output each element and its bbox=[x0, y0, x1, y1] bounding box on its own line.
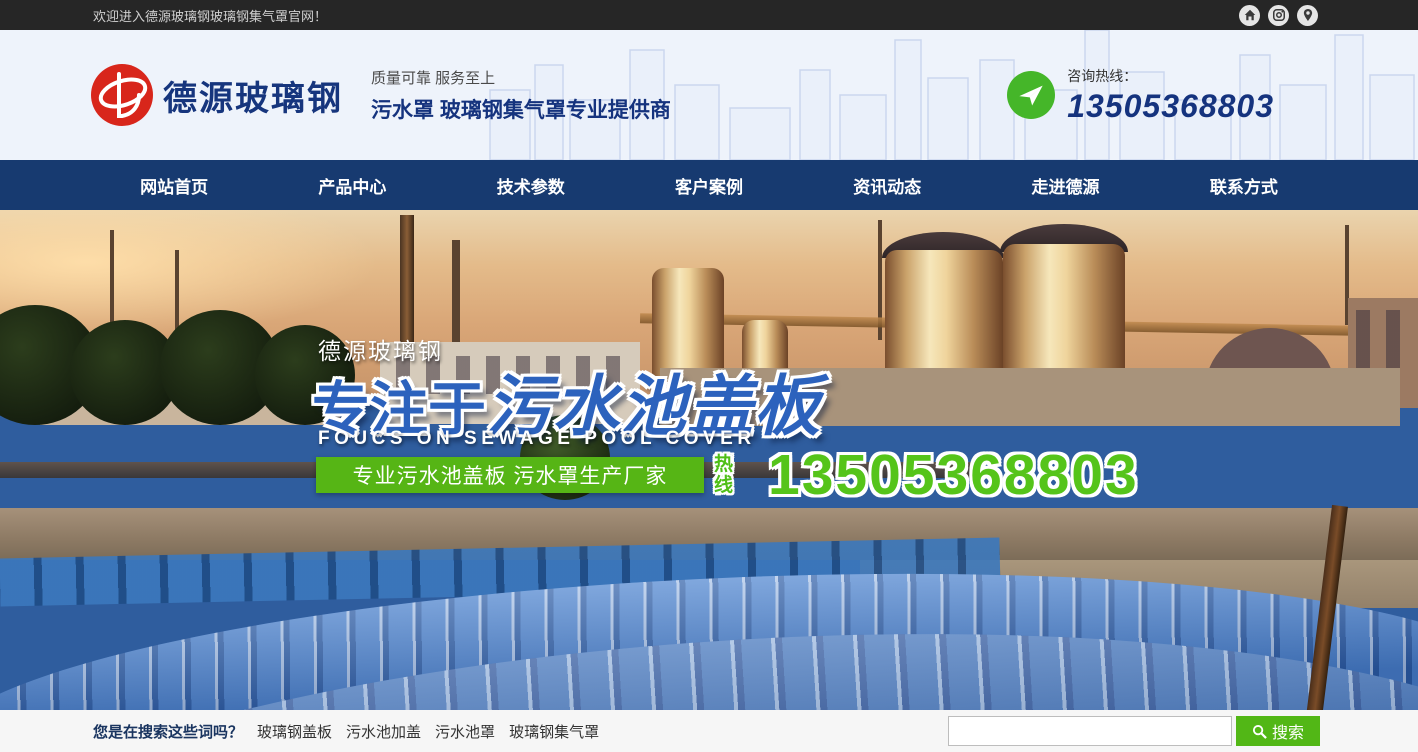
logo-text: 德源玻璃钢 bbox=[163, 71, 343, 120]
hero-green-banner: 专业污水池盖板 污水罩生产厂家 bbox=[316, 457, 704, 493]
hotline-number: 13505368803 bbox=[1067, 88, 1274, 125]
home-icon[interactable] bbox=[1239, 5, 1260, 26]
magnifier-icon bbox=[1252, 724, 1267, 739]
keyword-link-3[interactable]: 污水池罩 bbox=[435, 721, 495, 742]
search-input[interactable] bbox=[948, 716, 1232, 746]
site-header: 德源玻璃钢 质量可靠 服务至上 污水罩 玻璃钢集气罩专业提供商 咨询热线： 13… bbox=[0, 30, 1418, 160]
search-button-label: 搜索 bbox=[1272, 719, 1304, 743]
hero-sales-number: 13505368803 bbox=[768, 442, 1139, 508]
nav-item-home[interactable]: 网站首页 bbox=[85, 160, 263, 210]
hero-banner: 德源玻璃钢 专注于污水池盖板 FOUCS ON SEWAGE POOL COVE… bbox=[0, 210, 1418, 710]
hotline-label: 咨询热线： bbox=[1067, 66, 1274, 86]
search-prompt: 您是在搜索这些词吗？ bbox=[93, 721, 243, 742]
slogan-small: 质量可靠 服务至上 bbox=[371, 67, 671, 88]
nav-item-specs[interactable]: 技术参数 bbox=[442, 160, 620, 210]
search-form: 搜索 bbox=[948, 716, 1320, 746]
hero-subtitle-en: FOUCS ON SEWAGE POOL COVER bbox=[318, 428, 756, 450]
header-hotline: 咨询热线： 13505368803 bbox=[1007, 66, 1329, 125]
location-icon[interactable] bbox=[1297, 5, 1318, 26]
slogan-big: 污水罩 玻璃钢集气罩专业提供商 bbox=[371, 94, 671, 124]
nav-item-news[interactable]: 资讯动态 bbox=[798, 160, 976, 210]
welcome-text: 欢迎进入德源玻璃钢玻璃钢集气罩官网！ bbox=[93, 6, 327, 25]
header-slogan: 质量可靠 服务至上 污水罩 玻璃钢集气罩专业提供商 bbox=[371, 67, 671, 124]
search-button[interactable]: 搜索 bbox=[1236, 716, 1320, 746]
topbar: 欢迎进入德源玻璃钢玻璃钢集气罩官网！ bbox=[0, 0, 1418, 30]
nav-item-cases[interactable]: 客户案例 bbox=[620, 160, 798, 210]
hot-keywords: 玻璃钢盖板 污水池加盖 污水池罩 玻璃钢集气罩 bbox=[257, 721, 599, 742]
main-nav: 网站首页 产品中心 技术参数 客户案例 资讯动态 走进德源 联系方式 bbox=[0, 160, 1418, 210]
nav-item-products[interactable]: 产品中心 bbox=[263, 160, 441, 210]
hero-sales-label-line2: 热线 bbox=[714, 454, 735, 496]
nav-item-about[interactable]: 走进德源 bbox=[976, 160, 1154, 210]
keyword-link-2[interactable]: 污水池加盖 bbox=[346, 721, 421, 742]
logo[interactable]: 德源玻璃钢 bbox=[89, 62, 343, 128]
keyword-link-4[interactable]: 玻璃钢集气罩 bbox=[509, 721, 599, 742]
nav-item-contact[interactable]: 联系方式 bbox=[1155, 160, 1333, 210]
social-icons bbox=[1239, 5, 1318, 26]
logo-icon bbox=[89, 62, 155, 128]
paper-plane-icon bbox=[1007, 71, 1055, 119]
keyword-link-1[interactable]: 玻璃钢盖板 bbox=[257, 721, 332, 742]
camera-icon[interactable] bbox=[1268, 5, 1289, 26]
search-bar: 您是在搜索这些词吗？ 玻璃钢盖板 污水池加盖 污水池罩 玻璃钢集气罩 搜索 bbox=[0, 710, 1418, 752]
